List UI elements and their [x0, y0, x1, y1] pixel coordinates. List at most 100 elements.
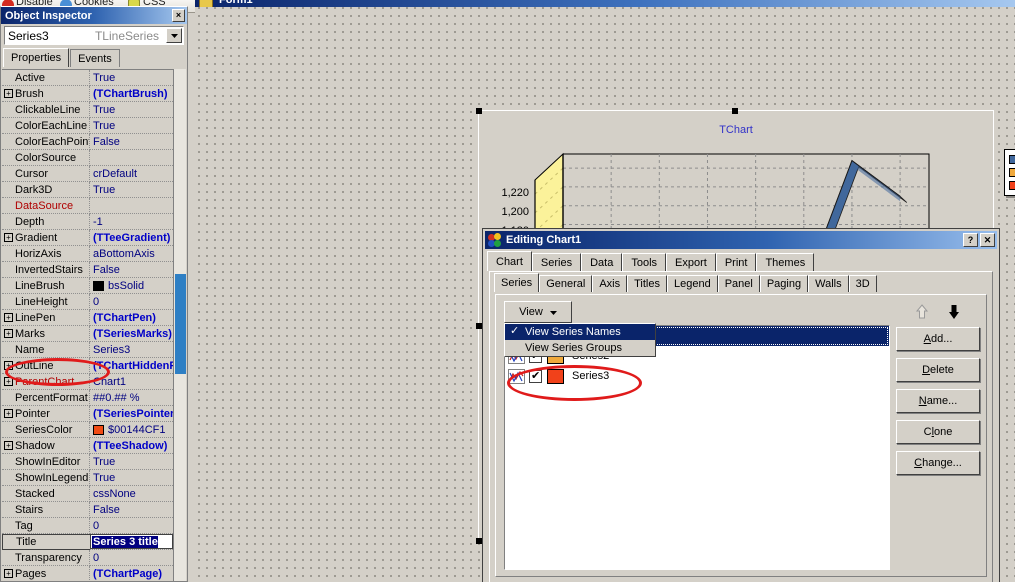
- property-value-cell[interactable]: (TTeeGradient): [90, 230, 173, 246]
- property-row[interactable]: Title Series 3 title: [2, 534, 173, 550]
- property-grid-scrollbar[interactable]: [173, 69, 186, 581]
- property-value-cell[interactable]: $00144CF1: [90, 422, 173, 438]
- property-value-cell[interactable]: -1: [90, 214, 173, 230]
- button-change[interactable]: Change...: [896, 451, 980, 475]
- property-name-cell[interactable]: ColorEachLine: [2, 118, 90, 134]
- property-name-cell[interactable]: Depth: [2, 214, 90, 230]
- property-row[interactable]: +OutLine(TChartHiddenPe: [2, 358, 173, 374]
- property-value-cell[interactable]: [90, 198, 173, 214]
- property-row[interactable]: LineHeight 0: [2, 294, 173, 310]
- property-row[interactable]: Tag 0: [2, 518, 173, 534]
- view-dropdown-menu[interactable]: ✓ View Series Names View Series Groups: [504, 323, 656, 357]
- property-value-cell[interactable]: crDefault: [90, 166, 173, 182]
- move-down-icon[interactable]: [947, 304, 961, 323]
- property-row[interactable]: ShowInEditor True: [2, 454, 173, 470]
- property-value-cell[interactable]: False: [90, 502, 173, 518]
- object-inspector-tabs[interactable]: Properties Events: [3, 48, 187, 67]
- property-name-cell[interactable]: Dark3D: [2, 182, 90, 198]
- property-value-cell[interactable]: True: [90, 118, 173, 134]
- property-name-cell[interactable]: ShowInEditor: [2, 454, 90, 470]
- expand-icon[interactable]: +: [4, 89, 13, 98]
- property-name-cell[interactable]: + Brush: [2, 86, 90, 102]
- dialog-tab-print[interactable]: Print: [715, 253, 757, 271]
- property-name-cell[interactable]: DataSource: [2, 198, 90, 214]
- dialog-window-buttons[interactable]: ? ✕: [963, 233, 995, 247]
- object-inspector-title-bar[interactable]: Object Inspector ×: [1, 7, 187, 24]
- property-value-cell[interactable]: ##0.## %: [90, 390, 173, 406]
- property-name-cell[interactable]: PercentFormat: [2, 390, 90, 406]
- dialog-subtab-series[interactable]: Series: [494, 273, 540, 292]
- property-name-cell[interactable]: + ParentChart: [2, 374, 90, 390]
- property-name-cell[interactable]: + LinePen: [2, 310, 90, 326]
- property-row[interactable]: Name Series3: [2, 342, 173, 358]
- property-row[interactable]: + Brush (TChartBrush): [2, 86, 173, 102]
- dialog-tab-themes[interactable]: Themes: [756, 253, 815, 271]
- property-value-cell[interactable]: (TSeriesPointer): [90, 406, 173, 422]
- property-name-cell[interactable]: LineBrush: [2, 278, 90, 294]
- property-row[interactable]: SeriesColor $00144CF1: [2, 422, 173, 438]
- series-list-row[interactable]: Series3: [505, 366, 889, 386]
- property-value-cell[interactable]: True: [90, 70, 173, 86]
- property-value-cell[interactable]: Chart1: [90, 374, 173, 390]
- dialog-subtab-panel[interactable]: Panel: [717, 275, 760, 292]
- property-row[interactable]: InvertedStairs False: [2, 262, 173, 278]
- property-row[interactable]: + Pointer (TSeriesPointer): [2, 406, 173, 422]
- property-name-cell[interactable]: + OutLine: [2, 358, 90, 374]
- property-value-cell[interactable]: Series 3 title: [90, 534, 173, 550]
- series-visible-checkbox[interactable]: [529, 369, 542, 383]
- dialog-subtab-walls[interactable]: Walls: [808, 275, 849, 292]
- form-title-bar[interactable]: Form1: [193, 0, 1015, 7]
- property-row[interactable]: + Shadow (TTeeShadow): [2, 438, 173, 454]
- property-row[interactable]: PercentFormat ##0.## %: [2, 390, 173, 406]
- property-row[interactable]: Stairs False: [2, 502, 173, 518]
- dialog-subtab-legend[interactable]: Legend: [666, 275, 718, 292]
- expand-icon[interactable]: +: [4, 377, 13, 386]
- property-row[interactable]: ColorEachPoint False: [2, 134, 173, 150]
- dialog-tab-export[interactable]: Export: [666, 253, 716, 271]
- dialog-secondary-tabs[interactable]: Series General Axis Titles Legend Panel Paging…: [490, 272, 992, 292]
- property-name-cell[interactable]: Tag: [2, 518, 90, 534]
- property-row[interactable]: Active True: [2, 70, 173, 86]
- property-name-cell[interactable]: ColorEachPoint: [2, 134, 90, 150]
- dialog-subtab-axis[interactable]: Axis: [592, 275, 628, 292]
- property-value-cell[interactable]: (TChartPage): [90, 566, 173, 581]
- close-icon[interactable]: ×: [172, 9, 185, 22]
- chevron-down-icon[interactable]: [166, 28, 182, 43]
- property-name-cell[interactable]: + Gradient: [2, 230, 90, 246]
- property-row[interactable]: ColorEachLine True: [2, 118, 173, 134]
- property-row[interactable]: Transparency 0: [2, 550, 173, 566]
- button-name[interactable]: Name...: [896, 389, 980, 413]
- object-inspector-panel[interactable]: Object Inspector × Series3 TLineSeries P…: [0, 6, 188, 582]
- property-name-cell[interactable]: Stacked: [2, 486, 90, 502]
- expand-icon[interactable]: +: [4, 313, 13, 322]
- series-color-swatch[interactable]: [547, 368, 564, 384]
- property-name-cell[interactable]: Active: [2, 70, 90, 86]
- property-name-cell[interactable]: LineHeight: [2, 294, 90, 310]
- property-row[interactable]: ClickableLine True: [2, 102, 173, 118]
- selection-handle-tl[interactable]: [476, 108, 482, 114]
- property-value-cell[interactable]: (TChartBrush): [90, 86, 173, 102]
- dialog-subtab-general[interactable]: General: [539, 275, 593, 292]
- expand-icon[interactable]: +: [4, 233, 13, 242]
- property-name-cell[interactable]: HorizAxis: [2, 246, 90, 262]
- property-row[interactable]: ShowInLegend True: [2, 470, 173, 486]
- expand-icon[interactable]: +: [4, 569, 13, 578]
- property-name-cell[interactable]: + Pages: [2, 566, 90, 581]
- property-row[interactable]: + Marks (TSeriesMarks): [2, 326, 173, 342]
- dialog-subtab-paging[interactable]: Paging: [759, 275, 809, 292]
- property-row[interactable]: DataSource: [2, 198, 173, 214]
- property-value-cell[interactable]: (TChartHiddenPe: [90, 358, 173, 374]
- chart-legend[interactable]: Series 1 title Series 2 title Series 3 t…: [1004, 149, 1015, 196]
- property-value-cell[interactable]: False: [90, 262, 173, 278]
- button-add[interactable]: Add...: [896, 327, 980, 351]
- button-clone[interactable]: Cl one: [896, 420, 980, 444]
- editing-chart-dialog[interactable]: Editing Chart1 ? ✕ Chart Series Data Tools E…: [483, 229, 999, 582]
- dialog-tab-chart[interactable]: Chart: [487, 251, 532, 271]
- expand-icon[interactable]: +: [4, 409, 13, 418]
- scrollbar-thumb[interactable]: [175, 274, 186, 374]
- property-value-cell[interactable]: 0: [90, 550, 173, 566]
- property-name-cell[interactable]: Transparency: [2, 550, 90, 566]
- property-value-cell[interactable]: (TChartPen): [90, 310, 173, 326]
- property-value-cell[interactable]: 0: [90, 518, 173, 534]
- property-row[interactable]: + Pages (TChartPage): [2, 566, 173, 581]
